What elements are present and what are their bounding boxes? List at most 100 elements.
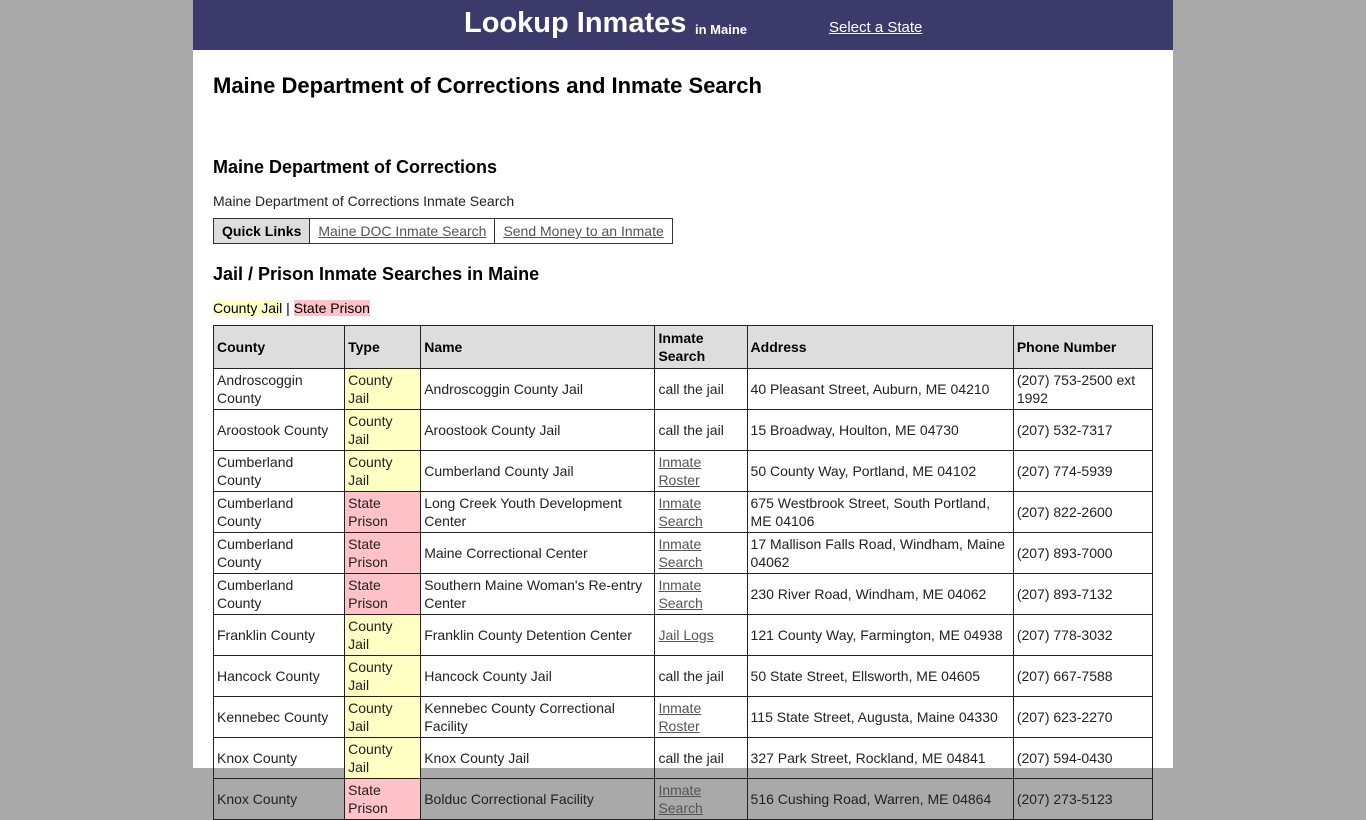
cell-county: Kennebec County bbox=[212, 696, 346, 738]
cell-phone: (207) 753-2500 ext 1992 bbox=[1012, 368, 1154, 410]
cell-phone: (207) 667-7588 bbox=[1012, 655, 1154, 697]
cell-address: 121 County Way, Farmington, ME 04938 bbox=[746, 614, 1014, 656]
cell-address: 230 River Road, Windham, ME 04062 bbox=[746, 573, 1014, 615]
cell-type: County Jail bbox=[344, 409, 422, 451]
header-name: Name bbox=[420, 325, 656, 369]
cell-type: County Jail bbox=[344, 737, 422, 779]
table-row: Androscoggin County County Jail Androscogg… bbox=[212, 368, 1154, 410]
cell-county: Aroostook County bbox=[212, 409, 346, 451]
page-title: Maine Department of Corrections and Inma… bbox=[213, 73, 762, 98]
inmate-search-link[interactable]: Jail Logs bbox=[658, 627, 713, 643]
table-row: Aroostook County County Jail Aroostook Cou… bbox=[212, 409, 1154, 451]
legend-state-prison: State Prison bbox=[293, 300, 370, 316]
cell-phone: (207) 774-5939 bbox=[1012, 450, 1154, 492]
cell-inmate-search: call the jail bbox=[654, 409, 748, 451]
legend-separator: | bbox=[286, 300, 290, 316]
cell-address: 327 Park Street, Rockland, ME 04841 bbox=[746, 737, 1014, 779]
table-row: Franklin County County Jail Franklin Count… bbox=[212, 614, 1154, 656]
cell-name: Maine Correctional Center bbox=[420, 532, 656, 574]
cell-county: Franklin County bbox=[212, 614, 346, 656]
cell-type: County Jail bbox=[344, 655, 422, 697]
inmate-search-link[interactable]: Inmate Search bbox=[658, 536, 702, 570]
cell-name: Knox County Jail bbox=[420, 737, 656, 779]
type-legend: County Jail | State Prison bbox=[213, 300, 370, 316]
quick-links-label: Quick Links bbox=[212, 218, 311, 244]
cell-name: Bolduc Correctional Facility bbox=[420, 778, 656, 820]
jail-section-title: Jail / Prison Inmate Searches in Maine bbox=[213, 264, 540, 284]
header-type: Type bbox=[344, 325, 422, 369]
site-logo[interactable]: Lookup Inmates bbox=[464, 7, 686, 40]
cell-type: County Jail bbox=[344, 696, 422, 738]
select-state-link[interactable]: Select a State bbox=[829, 19, 922, 36]
cell-county: Androscoggin County bbox=[212, 368, 346, 410]
cell-inmate-search: call the jail bbox=[654, 655, 748, 697]
cell-name: Long Creek Youth Development Center bbox=[420, 491, 656, 533]
cell-phone: (207) 893-7132 bbox=[1012, 573, 1154, 615]
table-body: Androscoggin County County Jail Androscogg… bbox=[212, 368, 1154, 820]
table-row: Hancock County County Jail Hancock County … bbox=[212, 655, 1154, 697]
state-label: in Maine bbox=[695, 22, 748, 37]
inmate-search-link[interactable]: Inmate Search bbox=[658, 577, 702, 611]
cell-type: State Prison bbox=[344, 778, 422, 820]
cell-type: State Prison bbox=[344, 532, 422, 574]
cell-name: Aroostook County Jail bbox=[420, 409, 656, 451]
cell-address: 115 State Street, Augusta, Maine 04330 bbox=[746, 696, 1014, 738]
cell-county: Hancock County bbox=[212, 655, 346, 697]
doc-description: Maine Department of Corrections Inmate S… bbox=[213, 193, 515, 209]
header-phone: Phone Number bbox=[1012, 325, 1154, 369]
cell-address: 675 Westbrook Street, South Portland, ME… bbox=[746, 491, 1014, 533]
cell-address: 50 County Way, Portland, ME 04102 bbox=[746, 450, 1014, 492]
inmate-search-link[interactable]: Inmate Roster bbox=[658, 700, 701, 734]
cell-type: County Jail bbox=[344, 614, 422, 656]
cell-name: Cumberland County Jail bbox=[420, 450, 656, 492]
cell-name: Franklin County Detention Center bbox=[420, 614, 656, 656]
table-row: Cumberland County State Prison Long Creek … bbox=[212, 491, 1154, 533]
cell-phone: (207) 822-2600 bbox=[1012, 491, 1154, 533]
cell-inmate-search: Inmate Search bbox=[654, 573, 748, 615]
cell-inmate-search: Inmate Roster bbox=[654, 450, 748, 492]
table-row: Knox County County Jail Knox County Jail ca… bbox=[212, 737, 1154, 779]
cell-name: Androscoggin County Jail bbox=[420, 368, 656, 410]
legend-county-jail: County Jail bbox=[213, 300, 283, 316]
inmate-search-link[interactable]: Inmate Search bbox=[658, 782, 702, 816]
inmate-search-link[interactable]: Inmate Search bbox=[658, 495, 702, 529]
cell-address: 15 Broadway, Houlton, ME 04730 bbox=[746, 409, 1014, 451]
cell-inmate-search: Inmate Roster bbox=[654, 696, 748, 738]
cell-phone: (207) 273-5123 bbox=[1012, 778, 1154, 820]
table-row: Knox County State Prison Bolduc Correction… bbox=[212, 778, 1154, 820]
cell-address: 50 State Street, Ellsworth, ME 04605 bbox=[746, 655, 1014, 697]
cell-inmate-search: Inmate Search bbox=[654, 491, 748, 533]
quick-links: Quick Links Maine DOC Inmate Search Send… bbox=[212, 218, 673, 244]
table-row: Cumberland County County Jail Cumberland C… bbox=[212, 450, 1154, 492]
table-row: Cumberland County State Prison Southern Ma… bbox=[212, 573, 1154, 615]
cell-inmate-search: Inmate Search bbox=[654, 532, 748, 574]
cell-name: Southern Maine Woman's Re-entry Center bbox=[420, 573, 656, 615]
cell-inmate-search: call the jail bbox=[654, 368, 748, 410]
cell-county: Cumberland County bbox=[212, 450, 346, 492]
cell-phone: (207) 623-2270 bbox=[1012, 696, 1154, 738]
top-bar: Lookup Inmates in Maine Select a State bbox=[193, 0, 1173, 50]
inmate-search-link[interactable]: Inmate Roster bbox=[658, 454, 701, 488]
table-row: Cumberland County State Prison Maine Corre… bbox=[212, 532, 1154, 574]
cell-inmate-search: Jail Logs bbox=[654, 614, 748, 656]
cell-phone: (207) 594-0430 bbox=[1012, 737, 1154, 779]
doc-inmate-search-link[interactable]: Maine DOC Inmate Search bbox=[318, 223, 486, 239]
cell-type: State Prison bbox=[344, 573, 422, 615]
table-header-row: County Type Name Inmate Search Address P… bbox=[212, 325, 1154, 369]
cell-type: County Jail bbox=[344, 450, 422, 492]
cell-type: State Prison bbox=[344, 491, 422, 533]
header-address: Address bbox=[746, 325, 1014, 369]
header-inmate-search: Inmate Search bbox=[654, 325, 748, 369]
cell-address: 516 Cushing Road, Warren, ME 04864 bbox=[746, 778, 1014, 820]
cell-address: 17 Mallison Falls Road, Windham, Maine 0… bbox=[746, 532, 1014, 574]
cell-phone: (207) 532-7317 bbox=[1012, 409, 1154, 451]
cell-type: County Jail bbox=[344, 368, 422, 410]
send-money-link[interactable]: Send Money to an Inmate bbox=[503, 223, 663, 239]
cell-phone: (207) 778-3032 bbox=[1012, 614, 1154, 656]
cell-county: Cumberland County bbox=[212, 491, 346, 533]
cell-county: Cumberland County bbox=[212, 532, 346, 574]
header-county: County bbox=[212, 325, 346, 369]
cell-county: Knox County bbox=[212, 778, 346, 820]
cell-name: Kennebec County Correctional Facility bbox=[420, 696, 656, 738]
doc-section-title: Maine Department of Corrections bbox=[213, 157, 498, 177]
